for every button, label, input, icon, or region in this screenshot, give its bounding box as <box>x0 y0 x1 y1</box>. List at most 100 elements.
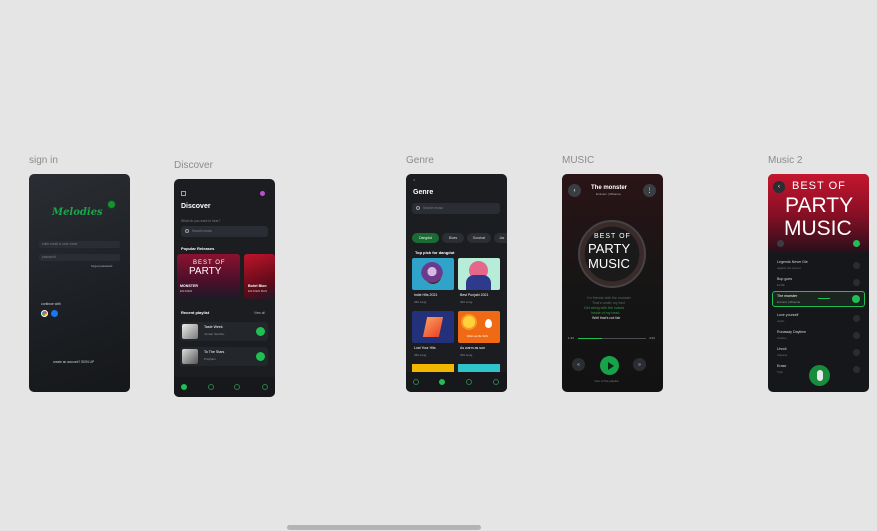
release-artist: ENJOEN BAS <box>248 289 268 293</box>
time-total: 4:23 <box>649 336 655 340</box>
music-player-screen: ‹ The monster Eminem | Rihanna ⋮ BEST OF… <box>562 174 663 392</box>
search-placeholder: Search music <box>423 206 443 210</box>
back-button[interactable]: < <box>413 178 415 182</box>
search-label: What do you want to hear? <box>181 219 221 223</box>
song-title[interactable]: Love yourself <box>777 313 798 318</box>
email-placeholder: enter email or user name <box>42 242 78 246</box>
heart-icon[interactable] <box>853 240 860 247</box>
mic-icon[interactable] <box>777 240 784 247</box>
chip-blues[interactable]: Blues <box>442 233 464 243</box>
album-cover: BEST OF PARTY MUSIC <box>578 220 646 288</box>
chip-jaz[interactable]: Jaz <box>494 233 507 243</box>
song-title[interactable]: Erase <box>777 364 786 369</box>
card-title: Indie Hits 2021 <box>414 293 438 297</box>
signup-link[interactable]: create an account? SIGN UP <box>53 360 94 364</box>
play-button[interactable] <box>600 356 619 375</box>
cover-text-line2: PARTY <box>588 241 631 256</box>
back-button[interactable]: ‹ <box>568 184 581 197</box>
frame-label-music: MUSIC <box>562 155 595 166</box>
search-placeholder: Search music <box>192 229 212 233</box>
card-count: 340 song <box>460 353 473 357</box>
floating-player-button[interactable] <box>809 365 830 386</box>
search-nav-icon[interactable] <box>439 379 445 385</box>
library-icon[interactable] <box>262 384 268 390</box>
frame-label-signin: sign in <box>29 155 58 166</box>
heart-icon[interactable] <box>234 384 240 390</box>
play-icon[interactable] <box>853 332 860 339</box>
cover-text-line1: BEST OF <box>594 233 631 240</box>
song-title[interactable]: Bop goes <box>777 277 792 282</box>
play-icon[interactable] <box>853 366 860 373</box>
list-item[interactable]: Taste Week Jordan Sandhu <box>180 322 268 341</box>
song-title[interactable]: Legends Never Die <box>777 260 808 265</box>
song-title[interactable]: The monster <box>777 294 797 299</box>
song-title[interactable]: Unroll <box>777 347 786 352</box>
heart-icon[interactable] <box>466 379 472 385</box>
grid-icon[interactable] <box>181 191 186 196</box>
abstract-art <box>422 317 444 337</box>
body-art <box>466 275 491 290</box>
genre-card-6[interactable] <box>458 364 500 372</box>
home-icon[interactable] <box>413 379 419 385</box>
list-item[interactable]: To The Stars Prayfaim <box>180 347 268 366</box>
horizontal-scrollbar[interactable] <box>287 525 481 530</box>
progress-fill <box>578 338 602 340</box>
song-artist: Eminem | Rihanna <box>596 192 621 196</box>
frame-label-music2: Music 2 <box>768 155 803 166</box>
page-title: Genre <box>413 189 434 196</box>
home-icon[interactable] <box>181 384 187 390</box>
genre-card-3[interactable] <box>412 311 454 343</box>
play-icon[interactable] <box>853 279 860 286</box>
view-all-link[interactable]: View all <box>254 311 265 315</box>
song-title: The monster <box>591 185 628 191</box>
cover-text-line2: PARTY <box>189 266 222 277</box>
mini-progress <box>818 298 830 299</box>
play-icon[interactable] <box>256 352 265 361</box>
song-artist: Coldme <box>777 336 787 340</box>
genre-card-5[interactable] <box>412 364 454 372</box>
play-icon[interactable] <box>256 327 265 336</box>
release-artist: ENJOEN <box>180 289 193 293</box>
section-top-pick: Top pick for dangdut <box>415 250 455 255</box>
google-icon[interactable] <box>41 310 48 317</box>
progress-track[interactable] <box>578 338 646 340</box>
forgot-password-link[interactable]: forgot password <box>91 265 112 268</box>
chip-sunchat[interactable]: Sunchat <box>467 233 491 243</box>
section-popular: Popular Releases <box>181 246 215 251</box>
library-icon[interactable] <box>493 379 499 385</box>
avatar[interactable] <box>260 191 265 196</box>
back-button[interactable]: ‹ <box>773 181 785 193</box>
release-card-1[interactable]: BEST OF PARTY MONSTER ENJOEN <box>177 254 240 299</box>
play-icon[interactable] <box>853 315 860 322</box>
app-logo: Melodies <box>52 207 103 218</box>
lyric-line: Well that's not fair <box>592 316 621 320</box>
genre-card-4[interactable]: Warm as the SUN <box>458 311 500 343</box>
more-icon[interactable]: ⋮ <box>643 184 656 197</box>
song-title[interactable]: Runaway Daytime <box>777 330 806 335</box>
sun-icon <box>463 316 475 328</box>
play-icon[interactable] <box>853 262 860 269</box>
search-nav-icon[interactable] <box>208 384 214 390</box>
song-artist: Tyler <box>777 370 784 374</box>
next-icon[interactable]: » <box>633 358 646 371</box>
thumbnail <box>182 324 198 339</box>
play-icon[interactable] <box>853 349 860 356</box>
facebook-icon[interactable] <box>51 310 58 317</box>
chip-dangdut[interactable]: Dangdut <box>412 233 439 243</box>
release-card-2[interactable]: Bohrt Bion ENJOEN BAS <box>244 254 275 299</box>
bottom-nav <box>406 372 507 392</box>
cover-text-line2: PARTY <box>785 194 854 217</box>
page-title: Discover <box>181 203 211 210</box>
playlist-footer: Your of the playlist <box>594 379 619 383</box>
pause-icon[interactable] <box>852 295 860 303</box>
thumbnail <box>182 349 198 364</box>
password-placeholder: password <box>42 255 56 259</box>
list-item-artist: Jordan Sandhu <box>204 332 225 336</box>
section-recent: Recent playlist <box>181 310 210 315</box>
face-art <box>421 262 443 286</box>
genre-card-1[interactable] <box>412 258 454 290</box>
genre-card-2[interactable] <box>458 258 500 290</box>
mic-figure-icon <box>816 370 823 381</box>
previous-icon[interactable]: « <box>572 358 585 371</box>
cover-text-line1: BEST OF <box>792 180 846 192</box>
